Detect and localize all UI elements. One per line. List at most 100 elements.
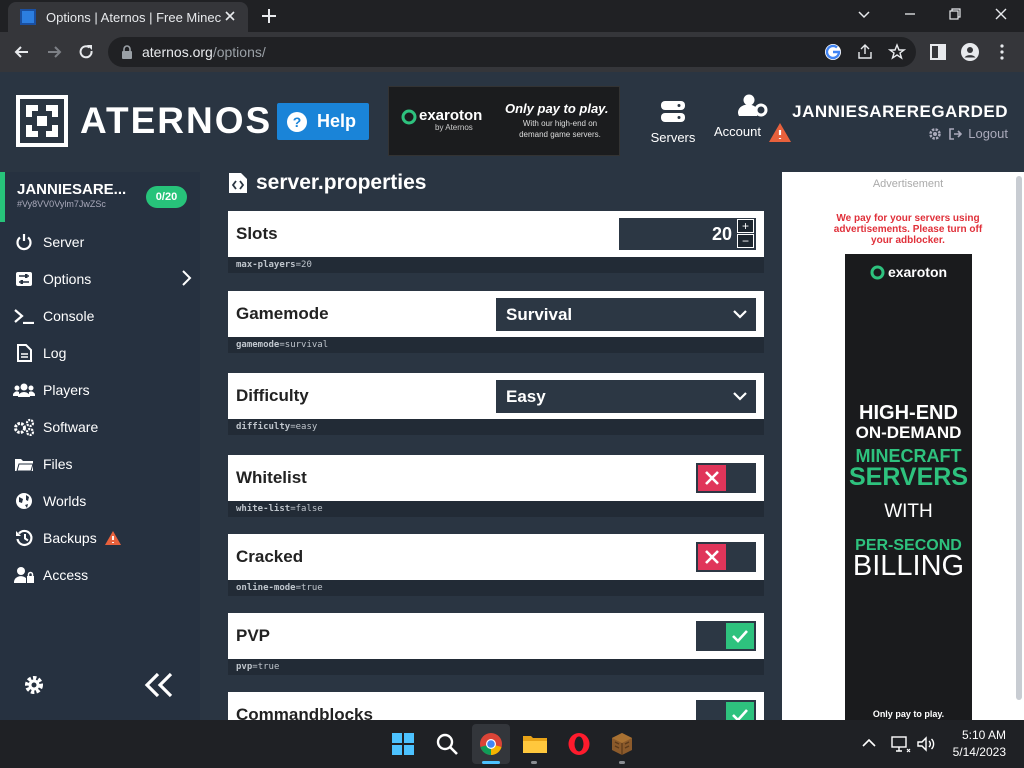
sidebar-item-label: Options xyxy=(43,270,92,287)
pvp-toggle[interactable] xyxy=(696,621,756,651)
history-icon xyxy=(15,529,33,546)
cracked-toggle[interactable] xyxy=(696,542,756,572)
sidebar-item-label: Server xyxy=(43,233,85,250)
decrement-button[interactable]: − xyxy=(737,234,754,248)
chevron-right-icon xyxy=(182,270,192,286)
sidebar-item-backups[interactable]: Backups xyxy=(0,519,200,556)
whitelist-toggle[interactable] xyxy=(696,463,756,493)
chrome-icon[interactable] xyxy=(479,732,503,756)
sidebar-item-label: Log xyxy=(43,344,67,361)
profile-icon[interactable] xyxy=(960,42,980,62)
minecraft-icon[interactable] xyxy=(610,732,634,756)
back-icon[interactable] xyxy=(12,42,32,62)
option-cracked: Cracked online-mode=true xyxy=(228,534,764,596)
option-slots: Slots 20 + − max-players=20 xyxy=(228,211,764,273)
reload-icon[interactable] xyxy=(76,42,96,62)
sidebar-item-options[interactable]: Options xyxy=(0,260,200,297)
help-button[interactable]: ? Help xyxy=(277,103,369,140)
close-window-icon[interactable] xyxy=(991,4,1011,24)
sidebar-item-label: Players xyxy=(43,381,90,398)
settings-gear-icon[interactable] xyxy=(22,673,46,697)
file-icon xyxy=(16,343,32,362)
browser-toolbar: aternos.org/options/ xyxy=(0,32,1024,72)
help-label: Help xyxy=(317,111,357,131)
option-label: PVP xyxy=(236,626,271,645)
address-bar[interactable]: aternos.org/options/ xyxy=(108,37,916,67)
sidebar-item-log[interactable]: Log xyxy=(0,334,200,371)
sidebar-item-server[interactable]: Server xyxy=(0,223,200,260)
sidebar-item-files[interactable]: Files xyxy=(0,445,200,482)
close-tab-icon[interactable] xyxy=(222,8,238,24)
username[interactable]: JANNIESAREREGARDED xyxy=(792,102,1008,122)
settings-gear-icon[interactable] xyxy=(928,127,942,141)
volume-icon[interactable] xyxy=(916,735,936,753)
app-indicator xyxy=(531,761,537,764)
servers-button[interactable]: Servers xyxy=(648,100,698,145)
opera-icon[interactable] xyxy=(567,732,591,756)
aternos-logo-icon[interactable] xyxy=(16,95,68,147)
advertisement-label: Advertisement xyxy=(872,178,944,190)
lock-icon[interactable] xyxy=(120,44,134,60)
new-tab-icon[interactable] xyxy=(258,5,280,27)
forward-icon[interactable] xyxy=(44,42,64,62)
sidebar-advertisement: Advertisement We pay for your servers us… xyxy=(782,172,1024,720)
option-label: Difficulty xyxy=(236,386,309,405)
sidebar-item-access[interactable]: Access xyxy=(0,556,200,593)
sidebar-item-worlds[interactable]: Worlds xyxy=(0,482,200,519)
tab-search-chevron-icon[interactable] xyxy=(854,4,874,24)
skyscraper-ad[interactable]: exaroton HIGH-END ON-DEMAND MINECRAFT SE… xyxy=(845,254,972,720)
option-commandblocks: Commandblocks xyxy=(228,692,764,720)
google-lens-icon[interactable] xyxy=(824,43,842,61)
ad-subline: With our high-end on demand game servers… xyxy=(519,119,601,139)
terminal-icon xyxy=(14,308,34,324)
option-whitelist: Whitelist white-list=false xyxy=(228,455,764,517)
increment-button[interactable]: + xyxy=(737,219,754,233)
system-clock[interactable]: 5:10 AM 5/14/2023 xyxy=(953,727,1006,761)
minimize-icon[interactable] xyxy=(900,4,920,24)
option-label: Commandblocks xyxy=(236,705,373,720)
account-button[interactable]: Account xyxy=(714,94,798,142)
slots-value[interactable]: 20 xyxy=(712,224,732,245)
folder-icon xyxy=(15,458,34,471)
page-scrollbar[interactable] xyxy=(1016,176,1022,700)
bookmark-star-icon[interactable] xyxy=(888,43,906,61)
active-app-indicator xyxy=(482,761,500,764)
server-card[interactable]: JANNIESARE... #Vy8VV0Vylm7JwZSc 0/20 xyxy=(0,172,200,222)
brand-name[interactable]: ATERNOS xyxy=(80,100,272,142)
gamemode-select[interactable]: Survival xyxy=(496,298,756,331)
browser-tab-bar: Options | Aternos | Free Minecraft xyxy=(0,0,1024,32)
logout-icon[interactable] xyxy=(948,127,963,141)
browser-tab[interactable]: Options | Aternos | Free Minecraft xyxy=(8,2,248,32)
search-icon[interactable] xyxy=(435,732,459,756)
ad-brand: exaroton xyxy=(845,264,972,280)
sidebar-item-players[interactable]: Players xyxy=(0,371,200,408)
network-icon[interactable] xyxy=(891,735,911,753)
more-menu-icon[interactable] xyxy=(992,42,1012,62)
page-title-text: server.properties xyxy=(256,172,427,194)
page-title: server.properties xyxy=(228,172,426,195)
share-icon[interactable] xyxy=(856,43,874,61)
tab-title: Options | Aternos | Free Minecraft xyxy=(46,9,222,25)
option-key: online-mode=true xyxy=(228,580,764,596)
sidebar-item-software[interactable]: Software xyxy=(0,408,200,445)
sidebar-item-label: Worlds xyxy=(43,492,87,509)
gamemode-selected: Survival xyxy=(506,304,573,324)
sliders-icon xyxy=(16,271,32,286)
chevron-up-icon[interactable] xyxy=(861,735,877,751)
logout-link[interactable]: Logout xyxy=(968,126,1008,141)
exaroton-logo-icon xyxy=(870,265,885,280)
servers-icon xyxy=(661,101,685,122)
commandblocks-toggle[interactable] xyxy=(696,700,756,720)
header-advertisement[interactable]: exaroton by Aternos Only pay to play. Wi… xyxy=(388,86,620,156)
sidebar-item-console[interactable]: Console xyxy=(0,297,200,334)
sidebar-item-label: Backups xyxy=(43,529,97,546)
exaroton-logo-icon xyxy=(401,109,417,125)
difficulty-select[interactable]: Easy xyxy=(496,380,756,413)
restore-icon[interactable] xyxy=(945,4,965,24)
collapse-sidebar-icon[interactable] xyxy=(144,672,174,698)
windows-start-icon[interactable] xyxy=(391,732,415,756)
file-explorer-icon[interactable] xyxy=(522,732,548,756)
side-panel-icon[interactable] xyxy=(928,42,948,62)
user-lock-icon xyxy=(13,566,34,583)
slots-stepper[interactable]: 20 + − xyxy=(619,218,756,250)
